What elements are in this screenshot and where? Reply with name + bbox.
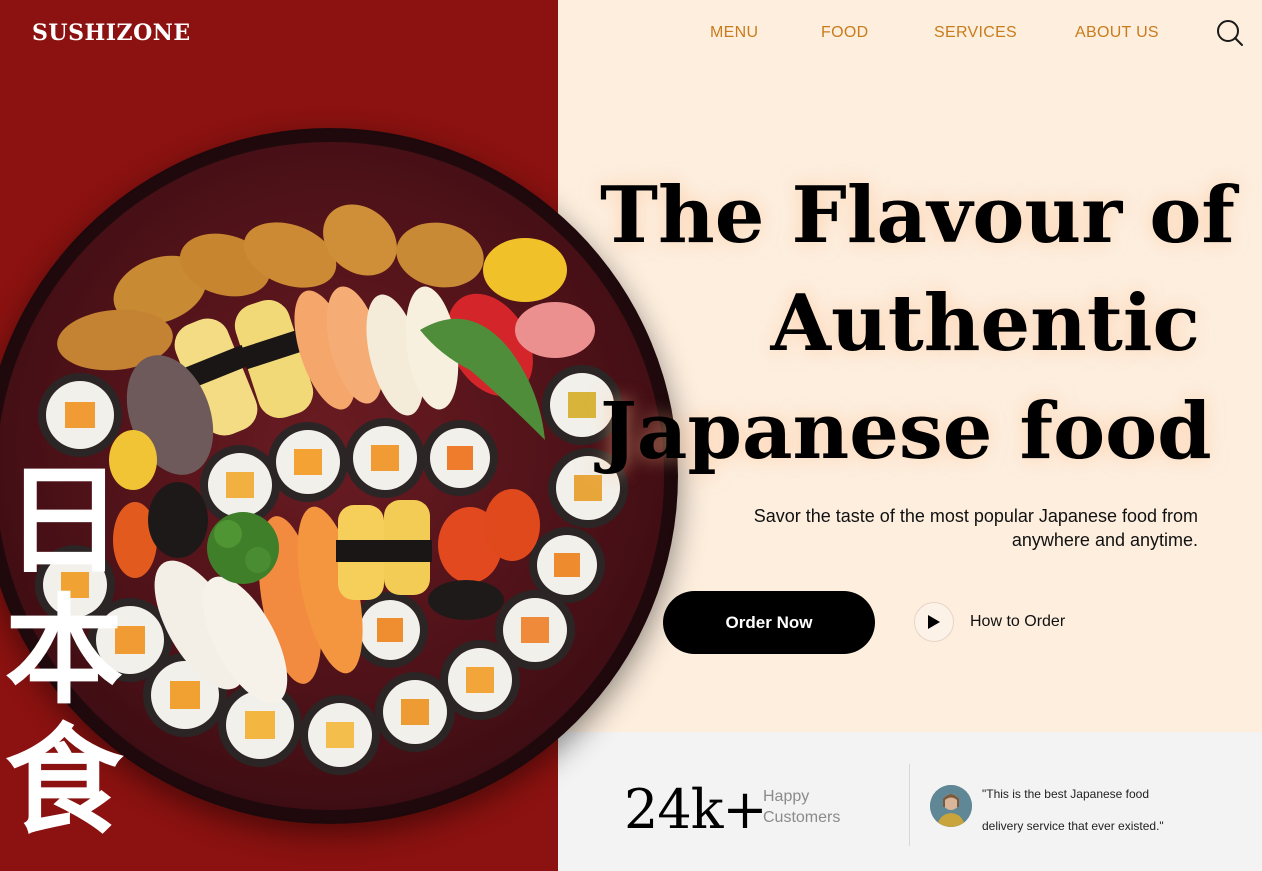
customer-count-label: Happy Customers [763, 786, 840, 828]
parsley [207, 512, 279, 584]
search-button[interactable] [1216, 19, 1244, 47]
kanji-character: 日 [4, 452, 123, 590]
salmon-roe [484, 489, 540, 561]
quote-line: "This is the best Japanese food [982, 787, 1150, 801]
hero-subtext: Savor the taste of the most popular Japa… [660, 504, 1198, 552]
how-to-order-label: How to Order [970, 613, 1066, 630]
main-nav: MENU FOOD SERVICES ABOUT US [0, 24, 1262, 48]
nori-roll [428, 580, 504, 620]
stat-label-line: Customers [763, 809, 841, 826]
headline-line: The Flavour of [600, 170, 1235, 261]
customer-avatar [930, 785, 972, 827]
headline-line: Authentic [770, 278, 1200, 369]
nav-services[interactable]: SERVICES [934, 24, 1017, 42]
testimonial-quote: "This is the best Japanese food delivery… [982, 778, 1212, 842]
subtext-line: Savor the taste of the most popular Japa… [753, 506, 1198, 526]
stat-label-line: Happy [763, 788, 810, 805]
order-now-button[interactable]: Order Now [663, 591, 875, 654]
headline-line: Japanese food [600, 386, 1212, 477]
nav-food[interactable]: FOOD [821, 24, 868, 42]
stats-divider [909, 764, 910, 846]
how-to-order-button[interactable]: How to Order [914, 602, 1065, 642]
play-button[interactable] [914, 602, 954, 642]
customer-count: 24k+ [624, 778, 768, 841]
pickled-radish [483, 238, 567, 302]
inari-sushi [396, 222, 484, 288]
hero-headline: The Flavour of Authentic Japanese food [600, 162, 1235, 486]
kanji-character: 本 [4, 582, 123, 720]
pickled-ginger [515, 302, 595, 358]
flying-fish-roe [148, 482, 208, 558]
subtext-line: anywhere and anytime. [1011, 530, 1198, 550]
play-icon [928, 615, 940, 629]
nav-menu[interactable]: MENU [710, 24, 758, 42]
kanji-character: 食 [4, 712, 123, 850]
quote-line: delivery service that ever existed." [982, 819, 1164, 833]
search-icon [1217, 20, 1243, 46]
person-avatar-icon [930, 785, 972, 827]
nav-about-us[interactable]: ABOUT US [1075, 24, 1159, 42]
